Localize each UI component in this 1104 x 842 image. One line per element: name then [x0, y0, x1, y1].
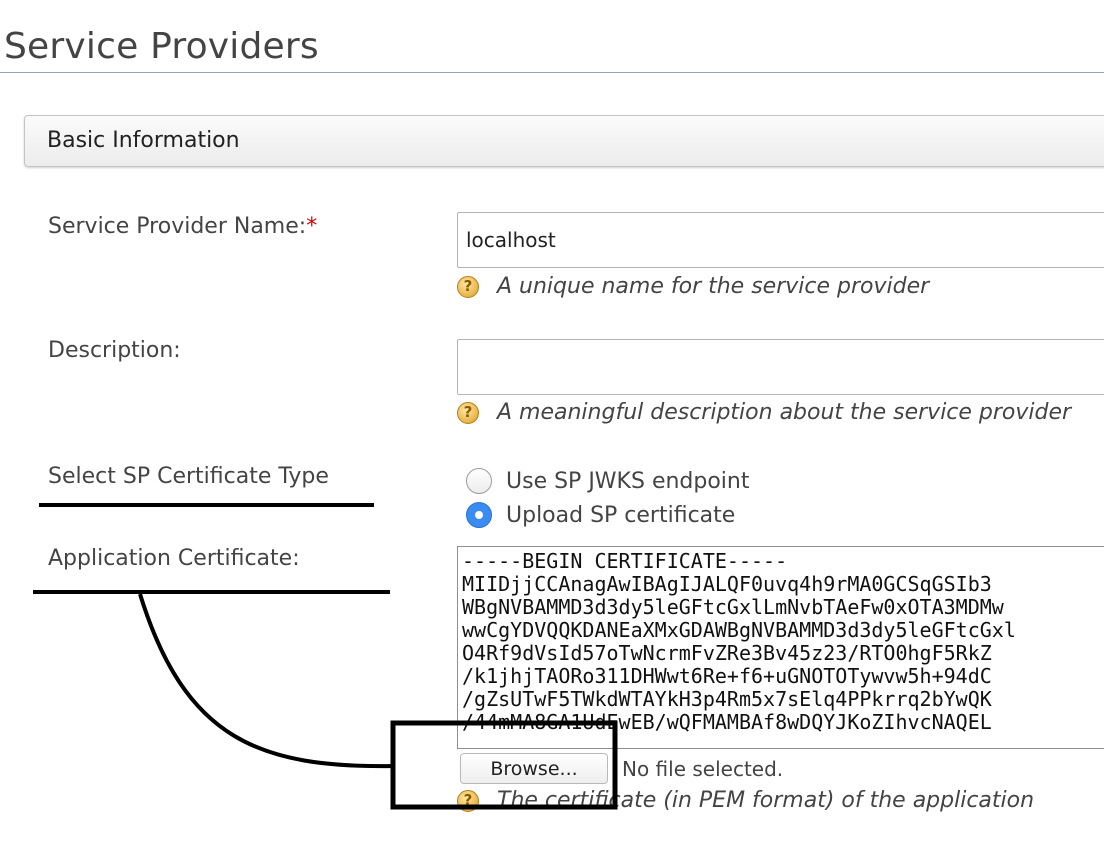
help-question-icon: ?: [457, 275, 479, 298]
description-label: Description:: [48, 338, 181, 363]
application-certificate-hint: ? The certificate (in PEM format) of the…: [457, 788, 1034, 813]
certificate-type-label: Select SP Certificate Type: [48, 464, 329, 489]
service-provider-form-page: Service Providers Basic Information Serv…: [0, 0, 1104, 842]
service-provider-name-input[interactable]: [457, 212, 1104, 268]
radio-option-label: Use SP JWKS endpoint: [506, 468, 750, 494]
browse-button[interactable]: Browse...: [460, 753, 608, 784]
required-asterisk: *: [306, 214, 318, 239]
certificate-line: MIIDjjCCAnagAwIBAgIJALQF0uvq4h9rMA0GCSqG…: [462, 572, 992, 596]
certificate-line: -----BEGIN CERTIFICATE-----: [462, 549, 788, 573]
description-hint: ? A meaningful description about the ser…: [457, 400, 1071, 425]
hint-text: A unique name for the service provider: [497, 274, 930, 299]
help-question-icon: ?: [457, 401, 479, 424]
hint-text: A meaningful description about the servi…: [497, 400, 1072, 425]
application-certificate-textarea[interactable]: -----BEGIN CERTIFICATE----- MIIDjjCCAnagA…: [457, 546, 1104, 749]
section-header-label: Basic Information: [47, 128, 240, 153]
certificate-line: /gZsUTwF5TWkdWTAYkH3p4Rm5x7sElq4PPkrrq2b…: [462, 687, 992, 711]
radio-option-jwks-endpoint[interactable]: Use SP JWKS endpoint: [466, 468, 750, 494]
help-question-icon: ?: [457, 789, 479, 812]
certificate-line: /k1jhjTAORo311DHWwt6Re+f6+uGNOTOTywvw5h+…: [462, 664, 992, 688]
annotation-connector-curve: [138, 593, 395, 769]
hint-text: The certificate (in PEM format) of the a…: [497, 788, 1035, 813]
certificate-line: O4Rf9dVsId57oTwNcrmFvZRe3Bv45z23/RTO0hgF…: [462, 641, 992, 665]
radio-button[interactable]: [466, 468, 492, 494]
certificate-line: /44mMA8GA1UdEwEB/wQFMAMBAf8wDQYJKoZIhvcN…: [462, 710, 992, 734]
file-status-text: No file selected.: [622, 757, 784, 781]
application-certificate-label: Application Certificate:: [48, 546, 300, 571]
description-input[interactable]: [457, 339, 1104, 395]
certificate-line: WBgNVBAMMD3d3dy5leGFtcGxlLmNvbTAeFw0xOTA…: [462, 595, 1004, 619]
basic-information-section-header[interactable]: Basic Information: [24, 115, 1104, 167]
radio-option-upload-certificate[interactable]: Upload SP certificate: [466, 502, 735, 528]
radio-button-selected[interactable]: [466, 502, 492, 528]
service-provider-name-label-text: Service Provider Name:: [48, 214, 307, 239]
service-provider-name-hint: ? A unique name for the service provider: [457, 274, 929, 299]
radio-option-label: Upload SP certificate: [506, 502, 736, 528]
title-divider: [0, 72, 1104, 73]
page-title: Service Providers: [4, 26, 319, 67]
service-provider-name-label: Service Provider Name:*: [48, 214, 317, 239]
certificate-line: wwCgYDVQQKDANEaXMxGDAWBgNVBAMMD3d3dy5leG…: [462, 618, 1016, 642]
